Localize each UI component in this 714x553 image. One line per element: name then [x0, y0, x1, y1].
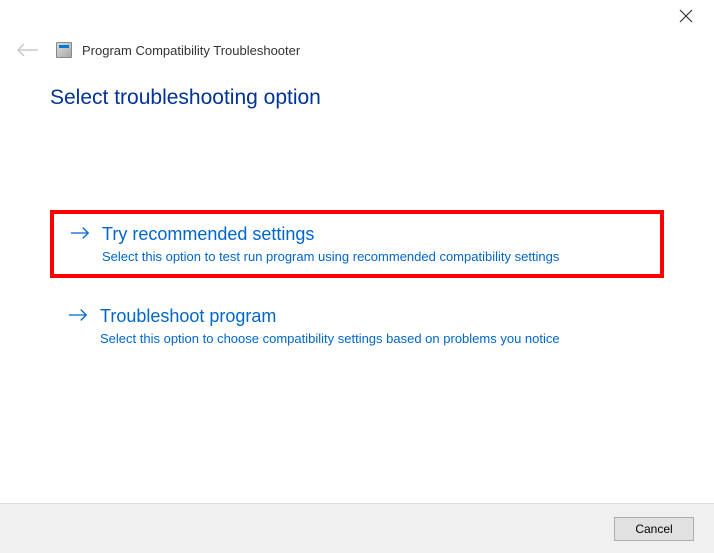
- page-heading: Select troubleshooting option: [50, 86, 664, 110]
- window-title: Program Compatibility Troubleshooter: [82, 43, 300, 58]
- option-description: Select this option to test run program u…: [102, 249, 644, 264]
- option-troubleshoot-program[interactable]: Troubleshoot program Select this option …: [50, 294, 664, 358]
- option-try-recommended[interactable]: Try recommended settings Select this opt…: [50, 210, 664, 278]
- footer: Cancel: [0, 503, 714, 553]
- close-button[interactable]: [678, 8, 694, 24]
- arrow-left-icon: [16, 43, 40, 57]
- content-area: Select troubleshooting option Try recomm…: [0, 76, 714, 358]
- option-title: Try recommended settings: [102, 224, 314, 245]
- header: Program Compatibility Troubleshooter: [0, 36, 714, 76]
- app-icon: [56, 42, 72, 58]
- option-title-row: Troubleshoot program: [68, 306, 646, 327]
- arrow-right-icon: [70, 226, 90, 244]
- option-title: Troubleshoot program: [100, 306, 276, 327]
- option-description: Select this option to choose compatibili…: [100, 331, 646, 346]
- option-title-row: Try recommended settings: [70, 224, 644, 245]
- arrow-right-icon: [68, 308, 88, 326]
- titlebar: [0, 0, 714, 36]
- close-icon: [679, 9, 693, 23]
- cancel-button[interactable]: Cancel: [614, 517, 694, 541]
- back-button: [16, 41, 40, 59]
